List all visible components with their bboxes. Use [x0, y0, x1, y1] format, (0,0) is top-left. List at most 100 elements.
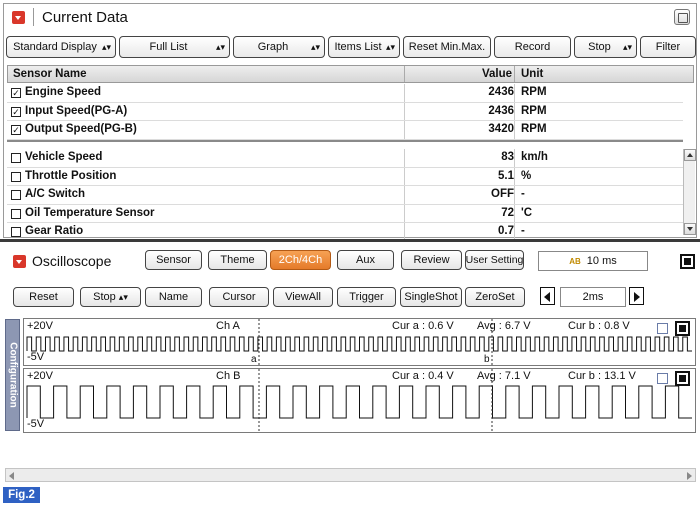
sensor-value: 2436 [488, 86, 514, 98]
sensor-checkbox[interactable] [11, 153, 21, 163]
cursor-b-label: b [484, 354, 490, 365]
stop-dropdown[interactable]: Stop ▴▾ [574, 36, 637, 58]
reset-min-max-button[interactable]: Reset Min.Max. [403, 36, 491, 58]
cell-divider [404, 121, 405, 139]
sensor-unit: % [521, 169, 532, 182]
scroll-up-icon[interactable] [684, 149, 696, 161]
full-list-dropdown[interactable]: Full List ▴▾ [119, 36, 230, 58]
standard-display-dropdown[interactable]: Standard Display ▴▾ [6, 36, 116, 58]
channel-b-plot[interactable]: +20V Ch B Cur a : 0.4 V Avg : 7.1 V Cur … [23, 368, 696, 433]
scroll-right-icon[interactable] [687, 472, 692, 480]
ch-b-cur-a-readout: Cur a : 0.4 V [392, 370, 454, 382]
channel-a-plot[interactable]: +20V Ch A Cur a : 0.6 V Avg : 6.7 V Cur … [23, 318, 696, 366]
sensor-name: Oil Temperature Sensor [25, 206, 155, 219]
sensor-list-scrollbar[interactable] [683, 149, 696, 235]
trigger-time-value: 10 ms [586, 255, 617, 267]
view-all-button[interactable]: ViewAll [273, 287, 333, 307]
sensor-checkbox[interactable] [11, 208, 21, 219]
sensor-name: A/C Switch [25, 188, 86, 201]
standard-display-label: Standard Display [13, 41, 97, 53]
stop-square-icon[interactable] [680, 254, 695, 269]
configuration-label: Configuration [7, 342, 18, 408]
current-data-toolbar: Standard Display ▴▾ Full List ▴▾ Graph ▴▾ I… [6, 36, 696, 60]
theme-button[interactable]: Theme [208, 250, 267, 270]
stop-label: Stop [93, 291, 116, 303]
timebase-increase-icon[interactable] [629, 287, 644, 305]
scroll-down-icon[interactable] [684, 223, 696, 235]
filter-button[interactable]: Filter [640, 36, 696, 58]
oscilloscope-title: Oscilloscope [32, 253, 112, 269]
waveform-trace [26, 385, 692, 419]
ch-b-visibility-checkbox[interactable] [657, 373, 668, 384]
sensor-checkbox[interactable] [11, 171, 21, 182]
zero-set-button[interactable]: ZeroSet [465, 287, 525, 307]
items-list-dropdown[interactable]: Items List ▴▾ [328, 36, 400, 58]
ch-a-cur-a-readout: Cur a : 0.6 V [392, 320, 454, 332]
cell-divider [514, 167, 515, 186]
sensor-checkbox[interactable]: ✓ [11, 106, 21, 117]
sensor-value: 3420 [488, 123, 514, 136]
title-divider [33, 8, 34, 26]
user-setting-button[interactable]: User Setting [465, 250, 524, 270]
sensor-row[interactable]: ✓ Engine Speed 2436 RPM [7, 84, 683, 103]
updown-arrow-icon: ▴▾ [310, 41, 320, 52]
graph-dropdown[interactable]: Graph ▴▾ [233, 36, 325, 58]
ch-mode-button[interactable]: 2Ch/4Ch [270, 250, 331, 270]
current-data-title: Current Data [42, 8, 128, 26]
updown-arrow-icon: ▴▾ [622, 41, 632, 52]
stop-label: Stop [588, 41, 611, 53]
items-list-label: Items List [334, 41, 382, 53]
ch-a-avg-readout: Avg : 6.7 V [477, 320, 531, 332]
single-shot-button[interactable]: SingleShot [400, 287, 462, 307]
sensor-checkbox[interactable]: ✓ [11, 88, 21, 98]
record-button[interactable]: Record [494, 36, 571, 58]
panel-splitter[interactable] [0, 239, 700, 242]
cursor-a-label: a [251, 354, 257, 365]
name-button[interactable]: Name [145, 287, 202, 307]
sensor-row[interactable]: Throttle Position 5.1% [7, 167, 683, 187]
cell-divider [514, 84, 515, 102]
cell-divider [514, 149, 515, 167]
sensor-row[interactable]: Vehicle Speed 83 km/h [7, 149, 683, 168]
pinned-sensor-rows: ✓ Engine Speed 2436 RPM ✓ Input Speed(PG-A) 24… [7, 84, 683, 142]
diagnostic-screen: Current Data Standard Display ▴▾ Full Lis… [0, 0, 700, 505]
collapse-icon[interactable] [13, 254, 26, 268]
sensor-value: 0.7 [498, 225, 514, 238]
sensor-value: 83 [501, 151, 514, 163]
oscilloscope-horizontal-scrollbar[interactable] [5, 468, 696, 482]
cursor-button[interactable]: Cursor [209, 287, 269, 307]
current-data-titlebar: Current Data [4, 4, 696, 30]
sensor-checkbox[interactable] [11, 227, 21, 238]
reset-button[interactable]: Reset [13, 287, 74, 307]
sensor-unit: - [521, 225, 525, 238]
sensor-checkbox[interactable]: ✓ [11, 125, 21, 136]
collapse-icon[interactable] [12, 10, 25, 24]
ch-a-visibility-checkbox[interactable] [657, 323, 668, 334]
aux-button[interactable]: Aux [337, 250, 394, 270]
sensor-row[interactable]: Oil Temperature Sensor 72 'C [7, 204, 683, 224]
sensor-checkbox[interactable] [11, 190, 21, 201]
figure-label: Fig.2 [3, 487, 40, 503]
timebase-decrease-icon[interactable] [540, 287, 555, 305]
sensor-row[interactable]: ✓ Input Speed(PG-A) 2436 RPM [7, 102, 683, 122]
graph-label: Graph [257, 41, 289, 53]
ch-a-stop-square-icon[interactable] [675, 321, 690, 336]
sensor-row[interactable]: ✓ Output Speed(PG-B) 3420 RPM [7, 121, 683, 140]
ch-b-avg-readout: Avg : 7.1 V [477, 370, 531, 382]
sensor-value: 2436 [488, 104, 514, 117]
stop-dropdown-button[interactable]: Stop ▴▾ [80, 287, 141, 307]
ch-b-name-label: Ch B [216, 370, 241, 382]
sensor-table-header: Sensor Name Value Unit [7, 65, 694, 83]
cell-divider [404, 149, 405, 167]
ch-b-stop-square-icon[interactable] [675, 371, 690, 386]
timebase-display: 2ms [560, 287, 626, 307]
cell-divider [514, 121, 515, 139]
scroll-left-icon[interactable] [9, 472, 14, 480]
maximize-icon[interactable] [674, 9, 690, 25]
cell-divider [514, 102, 515, 121]
configuration-tab[interactable]: Configuration [5, 319, 20, 431]
sensor-row[interactable]: A/C Switch OFF - [7, 186, 683, 205]
sensor-button[interactable]: Sensor [145, 250, 202, 270]
review-button[interactable]: Review [401, 250, 462, 270]
trigger-button[interactable]: Trigger [337, 287, 396, 307]
